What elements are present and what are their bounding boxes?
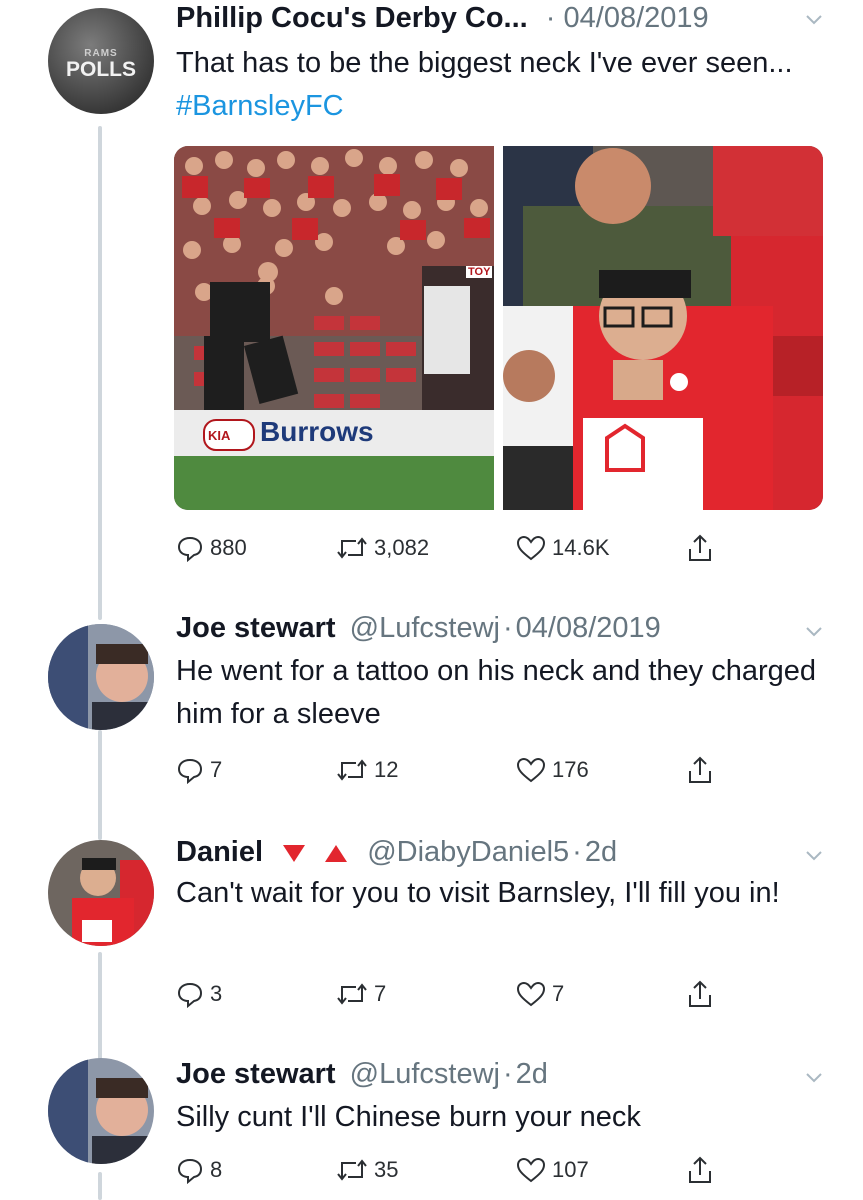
share-icon <box>689 980 711 1007</box>
reply-button[interactable]: 880 <box>176 530 247 566</box>
timestamp[interactable]: 2d <box>516 1058 548 1090</box>
tweet-actions: 7 12 176 <box>176 752 736 788</box>
reply-icon <box>177 1158 203 1184</box>
chevron-down-icon[interactable] <box>803 620 825 642</box>
tweet-header: Phillip Cocu's Derby Co... · 04/08/2019 <box>176 0 843 36</box>
retweet-icon <box>337 1159 367 1181</box>
separator: · <box>502 612 513 644</box>
share-button[interactable] <box>686 976 720 1012</box>
share-icon <box>689 1156 711 1183</box>
avatar-photo <box>48 840 154 946</box>
timestamp[interactable]: 04/08/2019 <box>516 612 661 644</box>
tweet-text: Silly cunt I'll Chinese burn your neck <box>176 1101 641 1133</box>
reply-icon <box>177 758 203 784</box>
timestamp[interactable]: 04/08/2019 <box>564 2 709 34</box>
like-button[interactable]: 176 <box>516 752 589 788</box>
separator: · <box>572 836 582 868</box>
share-button[interactable] <box>686 752 720 788</box>
hashtag-link[interactable]: #BarnsleyFC <box>176 90 344 122</box>
retweet-icon <box>337 983 367 1005</box>
like-icon <box>516 757 546 783</box>
ad-kia-logo: KIA <box>208 428 231 443</box>
retweet-button[interactable]: 7 <box>336 976 386 1012</box>
red-triangle-down-icon <box>283 845 306 863</box>
reply-icon <box>177 982 203 1008</box>
tweet-text: That has to be the biggest neck I've eve… <box>176 42 816 128</box>
reply-count: 7 <box>210 757 223 782</box>
ad-board-text: Burrows <box>260 416 374 447</box>
reply-button[interactable]: 8 <box>176 1152 222 1188</box>
username[interactable]: @Lufcstewj <box>350 1058 500 1090</box>
like-button[interactable]: 14.6K <box>516 530 610 566</box>
display-name[interactable]: Joe stewart <box>176 1058 336 1090</box>
reply-count: 880 <box>210 535 247 560</box>
share-button[interactable] <box>686 1152 720 1188</box>
avatar[interactable]: RAMS POLLS <box>48 8 154 114</box>
reply-button[interactable]: 3 <box>176 976 222 1012</box>
tweet[interactable]: Daniel @DiabyDaniel5 · 2d Can't wait for y… <box>0 824 863 1034</box>
reply-icon <box>177 536 203 562</box>
tweet-header: Joe stewart @Lufcstewj · 2d <box>176 1056 843 1092</box>
chevron-down-icon[interactable] <box>803 844 825 866</box>
tweet[interactable]: Joe stewart @Lufcstewj · 04/08/2019 He wen… <box>0 600 863 810</box>
avatar[interactable] <box>48 1058 154 1164</box>
like-count: 176 <box>552 757 589 782</box>
tweet-actions: 880 3,082 14.6K <box>176 530 736 566</box>
share-icon <box>689 534 711 561</box>
username[interactable]: @DiabyDaniel5 <box>367 836 569 868</box>
tweet-photo-left[interactable]: KIA Burrows TOY <box>174 146 494 510</box>
retweet-count: 35 <box>374 1157 399 1182</box>
tweet-actions: 8 35 107 <box>176 1152 736 1188</box>
retweet-button[interactable]: 12 <box>336 752 398 788</box>
separator: · <box>502 1058 513 1090</box>
retweet-icon <box>337 537 367 559</box>
avatar[interactable] <box>48 624 154 730</box>
avatar-photo <box>48 624 154 730</box>
share-icon <box>689 756 711 783</box>
timestamp[interactable]: 2d <box>585 836 617 868</box>
tweet-photo-right[interactable] <box>503 146 823 510</box>
retweet-count: 7 <box>374 981 387 1006</box>
share-button[interactable] <box>686 530 720 566</box>
avatar-big-text: POLLS <box>65 58 136 81</box>
retweet-button[interactable]: 35 <box>336 1152 398 1188</box>
tweet-header: Daniel @DiabyDaniel5 · 2d <box>176 834 843 870</box>
red-triangle-up-icon <box>325 845 348 863</box>
separator: · <box>545 2 556 34</box>
like-icon <box>516 535 546 561</box>
tweet-header: Joe stewart @Lufcstewj · 04/08/2019 <box>176 610 843 646</box>
like-count: 7 <box>552 981 565 1006</box>
display-name[interactable]: Daniel <box>176 836 263 868</box>
chevron-down-icon[interactable] <box>803 1066 825 1088</box>
reply-count: 3 <box>210 981 223 1006</box>
retweet-count: 3,082 <box>374 535 430 560</box>
fan-photo <box>503 146 823 510</box>
username[interactable]: @Lufcstewj <box>350 612 500 644</box>
avatar-photo <box>48 1058 154 1164</box>
retweet-button[interactable]: 3,082 <box>336 530 429 566</box>
tunnel-sign: TOY <box>466 266 493 278</box>
tweet[interactable]: RAMS POLLS Phillip Cocu's Derby Co... · … <box>0 0 863 590</box>
like-icon <box>516 1157 546 1183</box>
reply-button[interactable]: 7 <box>176 752 222 788</box>
tweet[interactable]: Joe stewart @Lufcstewj · 2d Silly cunt I'l… <box>0 1046 863 1200</box>
chevron-down-icon[interactable] <box>803 8 825 30</box>
tweet-text: Can't wait for you to visit Barnsley, I'… <box>176 877 780 909</box>
avatar[interactable] <box>48 840 154 946</box>
display-name[interactable]: Phillip Cocu's Derby Co... <box>176 2 528 34</box>
tweet-text: He went for a tattoo on his neck and the… <box>176 655 817 730</box>
reply-count: 8 <box>210 1157 223 1182</box>
like-icon <box>516 981 546 1007</box>
display-name[interactable]: Joe stewart <box>176 612 336 644</box>
like-count: 14.6K <box>552 535 610 560</box>
like-button[interactable]: 107 <box>516 1152 589 1188</box>
like-count: 107 <box>552 1157 589 1182</box>
retweet-count: 12 <box>374 757 399 782</box>
retweet-icon <box>337 759 367 781</box>
stadium-photo <box>174 146 494 510</box>
like-button[interactable]: 7 <box>516 976 564 1012</box>
tweet-actions: 3 7 7 <box>176 976 736 1012</box>
tweet-text-body: That has to be the biggest neck I've eve… <box>176 47 793 79</box>
